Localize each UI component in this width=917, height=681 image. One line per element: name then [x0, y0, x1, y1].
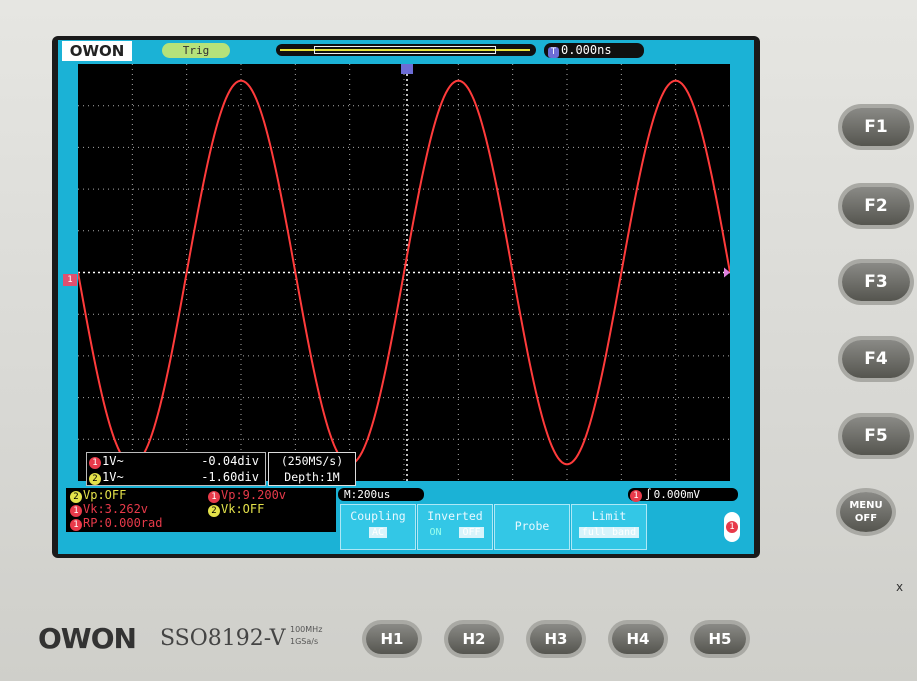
channel-select-tab[interactable]: 1: [724, 512, 740, 542]
ch1-rp: RP:0.000rad: [83, 516, 163, 530]
stray-mark: x: [896, 580, 904, 594]
ch1-vp-readout: 1 Vp:9.200v: [206, 488, 286, 503]
time-offset-value: 0.000ns: [561, 43, 612, 57]
ch1-waveform-trace: [77, 79, 731, 466]
ch1-rp-readout: 1 RP:0.000rad: [68, 516, 162, 531]
rising-edge-icon: ∫: [645, 488, 652, 501]
spec-sample-rate: 1GSa/s: [290, 637, 319, 646]
softkey-coupling[interactable]: Coupling AC: [340, 504, 416, 550]
spec-bandwidth: 100MHz: [290, 625, 323, 634]
f1-button[interactable]: F1: [842, 108, 910, 146]
f4-button[interactable]: F4: [842, 340, 910, 378]
memory-position-bar: [276, 44, 536, 56]
memory-depth: Depth:1M: [284, 470, 340, 484]
f5-button[interactable]: F5: [842, 417, 910, 455]
softkey-inverted[interactable]: Inverted ON OFF: [417, 504, 493, 550]
menu-off-label-1: MENU: [849, 500, 883, 511]
menu-off-button[interactable]: MENU OFF: [840, 492, 892, 532]
waveform-display: [77, 64, 731, 481]
sample-info-box: (250MS/s) Depth:1M: [268, 452, 356, 486]
ch2-badge: 2: [208, 505, 220, 517]
softkey-coupling-value: AC: [368, 527, 388, 538]
ch1-offset: -0.04div: [201, 454, 259, 468]
h4-button[interactable]: H4: [612, 624, 664, 654]
ch1-badge: 1: [726, 521, 738, 533]
softkey-inverted-label: Inverted: [427, 509, 483, 523]
ch2-vk-readout: 2 Vk:OFF: [206, 502, 264, 517]
screen: OWON Trig T 0.000ns 1 1 1V~ -0.04div 2 1V~ …: [58, 40, 754, 554]
waveform-svg: [77, 64, 731, 481]
ch1-badge: 1: [89, 457, 101, 469]
ch2-offset: -1.60div: [201, 470, 259, 484]
softkey-inverted-off: OFF: [459, 527, 484, 538]
ch1-badge: 1: [630, 490, 642, 502]
softkey-coupling-label: Coupling: [350, 509, 406, 523]
softkey-inverted-on: ON: [429, 527, 442, 538]
memory-window: [314, 46, 496, 54]
ch1-scale: 1V~: [102, 454, 124, 468]
softkey-limit[interactable]: Limit full band: [571, 504, 647, 550]
ch1-vk-readout: 1 Vk:3.262v: [68, 502, 148, 517]
trigger-position-marker: [401, 64, 413, 74]
ch2-scale: 1V~: [102, 470, 124, 484]
f2-button[interactable]: F2: [842, 187, 910, 225]
trigger-time-icon: T: [548, 47, 559, 58]
owon-logo: OWON: [62, 41, 132, 61]
h2-button[interactable]: H2: [448, 624, 500, 654]
sample-rate: (250MS/s): [280, 454, 344, 468]
ch2-vp: Vp:OFF: [83, 488, 127, 502]
softkey-probe-label: Probe: [514, 519, 550, 533]
trigger-level-value: 0.000mV: [653, 488, 700, 501]
channel-info-box: 1 1V~ -0.04div 2 1V~ -1.60div: [86, 452, 266, 486]
trigger-status: Trig: [162, 43, 230, 58]
softkey-limit-label: Limit: [591, 509, 627, 523]
brand-logo: OWON: [38, 622, 137, 655]
f3-button[interactable]: F3: [842, 263, 910, 301]
trigger-level-readout: 1 ∫ 0.000mV: [628, 488, 738, 502]
h5-button[interactable]: H5: [694, 624, 746, 654]
ch2-info-row: 2 1V~ -1.60div: [87, 469, 265, 485]
ch1-ground-marker: 1: [63, 274, 77, 286]
softkey-limit-value: full band: [578, 527, 640, 538]
oscilloscope-bezel: OWON Trig T 0.000ns 1 1 1V~ -0.04div 2 1V~ …: [0, 0, 917, 681]
measurements-panel: 2 Vp:OFF 1 Vp:9.200v 1 Vk:3.262v 2 Vk:OFF 1R…: [66, 488, 336, 532]
timebase-readout: M:200us: [338, 488, 424, 501]
ch1-badge: 1: [70, 519, 82, 531]
h3-button[interactable]: H3: [530, 624, 582, 654]
ch1-info-row: 1 1V~ -0.04div: [87, 453, 265, 469]
menu-off-label-2: OFF: [854, 513, 878, 524]
ch2-vp-readout: 2 Vp:OFF: [68, 488, 126, 503]
ch1-vp: Vp:9.200v: [221, 488, 287, 502]
ch1-vk: Vk:3.262v: [83, 502, 149, 516]
h1-button[interactable]: H1: [366, 624, 418, 654]
spec-text: 100MHz 1GSa/s: [290, 624, 322, 648]
ch2-badge: 2: [89, 473, 101, 485]
ch2-vk: Vk:OFF: [221, 502, 265, 516]
model-name: SSO8192-V: [160, 626, 286, 651]
softkey-probe[interactable]: Probe: [494, 504, 570, 550]
horizontal-trigger-position: T 0.000ns: [544, 43, 644, 58]
